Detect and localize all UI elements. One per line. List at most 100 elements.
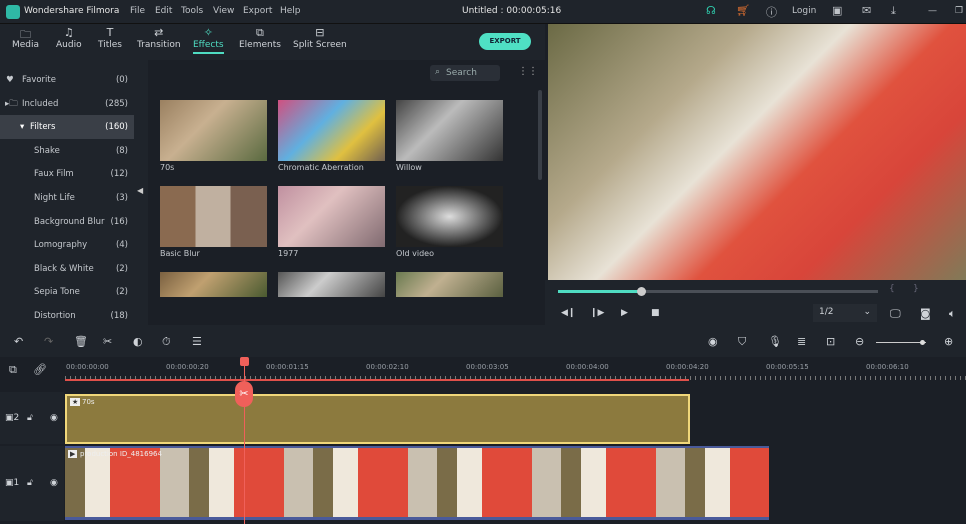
sidebar-item-sepia-tone[interactable]: Sepia Tone (2) xyxy=(0,280,134,304)
grid-view-icon[interactable]: ⋮⋮ xyxy=(518,66,538,77)
marker-icon[interactable]: ⛉ xyxy=(738,335,746,349)
next-frame-icon[interactable]: ❙▶ xyxy=(590,308,604,318)
menu-view[interactable]: View xyxy=(213,6,234,16)
filmora-logo xyxy=(6,5,20,19)
speed-icon[interactable]: ⏱︎ xyxy=(162,335,171,349)
delete-icon[interactable]: 🗑︎ xyxy=(74,335,88,348)
menu-help[interactable]: Help xyxy=(280,6,301,16)
eye-icon[interactable]: ◉ xyxy=(50,478,58,488)
sidebar-item-favorite[interactable]: ♥ Favorite (0) xyxy=(0,68,134,92)
login-link[interactable]: Login xyxy=(792,6,816,16)
sidebar-item-label: Faux Film xyxy=(34,169,74,180)
play-icon[interactable]: ▶ xyxy=(621,308,628,318)
track-header-2: ▣2 🔓︎ ◉ xyxy=(0,392,64,444)
fit-icon[interactable]: ⊡ xyxy=(826,335,835,348)
download-icon[interactable]: ⤓ xyxy=(891,4,896,18)
microphone-icon[interactable]: 🎙︎ xyxy=(768,335,782,348)
stop-icon[interactable]: ■ xyxy=(651,308,660,318)
playhead-handle[interactable] xyxy=(240,357,249,366)
sidebar-item-label: Included xyxy=(22,98,59,109)
mail-icon[interactable]: ✉ xyxy=(862,4,871,17)
search-input[interactable]: Search xyxy=(430,65,500,81)
tab-split-screen[interactable]: ⊟ Split Screen xyxy=(293,26,347,50)
mark-in-icon[interactable]: { xyxy=(889,284,895,294)
effect-thumbnail[interactable] xyxy=(396,272,503,297)
sidebar-item-count: (0) xyxy=(115,75,128,85)
volume-icon[interactable]: 🔈︎ xyxy=(949,307,956,321)
undo-icon[interactable]: ↶ xyxy=(14,335,23,348)
sidebar-item-black-white[interactable]: Black & White (2) xyxy=(0,257,134,281)
tab-transition[interactable]: ⇄ Transition xyxy=(137,26,181,50)
eye-icon[interactable]: ◉ xyxy=(50,413,58,423)
tab-elements[interactable]: ⧉ Elements xyxy=(239,26,281,50)
tab-audio[interactable]: ♫ Audio xyxy=(56,26,82,50)
tab-effects[interactable]: ✧ Effects xyxy=(193,26,224,54)
menu-file[interactable]: File xyxy=(130,6,145,16)
library-scrollbar[interactable] xyxy=(538,90,542,180)
playback-progress xyxy=(558,290,642,293)
scrubber-handle[interactable] xyxy=(637,287,647,296)
menu-tools[interactable]: Tools xyxy=(181,6,203,16)
redo-icon[interactable]: ↷ xyxy=(44,335,53,348)
support-icon[interactable]: ☊ xyxy=(706,4,716,17)
minimize-button[interactable]: — xyxy=(928,6,937,16)
split-scissors-icon[interactable]: ✂ xyxy=(235,381,253,407)
sidebar-item-night-life[interactable]: Night Life (3) xyxy=(0,186,134,210)
effect-thumbnail[interactable] xyxy=(396,186,503,247)
voiceover-icon[interactable]: ≣ xyxy=(797,335,806,348)
effect-label: 70s xyxy=(160,163,175,172)
mark-out-icon[interactable]: } xyxy=(913,284,919,294)
zoom-slider-handle[interactable] xyxy=(920,340,925,345)
adjust-icon[interactable]: ☰ xyxy=(192,335,202,348)
effect-thumbnail[interactable] xyxy=(278,100,385,161)
lock-icon[interactable]: 🔓︎ xyxy=(27,413,33,423)
ruler-tick-label: 00:00:06:10 xyxy=(866,363,909,371)
effect-thumbnail[interactable] xyxy=(160,100,267,161)
export-button[interactable]: EXPORT xyxy=(479,33,531,50)
timeline-ruler: ⧉ 🔗︎ 00:00:00:00 00:00:00:20 00:00:01:15 00… xyxy=(0,357,966,387)
info-icon[interactable]: ⓘ xyxy=(766,4,777,20)
sidebar-item-background-blur[interactable]: Background Blur (16) xyxy=(0,210,134,234)
project-title: Untitled : 00:00:05:16 xyxy=(462,6,562,16)
tab-titles[interactable]: T Titles xyxy=(98,26,122,50)
sidebar-item-lomography[interactable]: Lomography (4) xyxy=(0,233,134,257)
effect-thumbnail[interactable] xyxy=(160,272,267,297)
sidebar-item-faux-film[interactable]: Faux Film (12) xyxy=(0,162,134,186)
cut-icon[interactable]: ✂ xyxy=(103,335,112,348)
tab-label: Media xyxy=(12,40,40,50)
effects-sidebar: ♥ Favorite (0) ▸🗀 Included (285) ▾ Filters (160)… xyxy=(0,60,148,325)
snapshot-icon[interactable]: ◙ xyxy=(920,307,931,320)
quality-select[interactable]: 1/2 ⌄ xyxy=(813,304,877,322)
menu-edit[interactable]: Edit xyxy=(155,6,172,16)
effect-label: Chromatic Aberration xyxy=(278,163,364,172)
effect-thumbnail[interactable] xyxy=(278,186,385,247)
sidebar-item-included[interactable]: ▸🗀 Included (285) xyxy=(0,92,134,116)
save-icon[interactable]: ▣ xyxy=(832,4,842,17)
cart-icon[interactable]: 🛒︎ xyxy=(736,4,750,17)
tab-media[interactable]: 🗀 Media xyxy=(12,26,39,50)
ruler-tick-label: 00:00:04:00 xyxy=(566,363,609,371)
add-track-icon[interactable]: ⧉ xyxy=(9,363,17,377)
effect-thumbnail[interactable] xyxy=(160,186,267,247)
render-icon[interactable]: ◉ xyxy=(708,335,718,348)
effect-thumbnail[interactable] xyxy=(396,100,503,161)
restore-button[interactable]: ❐ xyxy=(955,6,963,16)
sidebar-item-filters[interactable]: ▾ Filters (160) xyxy=(0,115,134,140)
effect-clip-70s[interactable]: ★ 70s xyxy=(65,394,690,444)
color-icon[interactable]: ◐ xyxy=(133,335,143,348)
zoom-in-icon[interactable]: ⊕ xyxy=(944,335,953,348)
sidebar-item-label: Night Life xyxy=(34,193,75,203)
zoom-out-icon[interactable]: ⊖ xyxy=(855,335,864,348)
menu-export[interactable]: Export xyxy=(243,6,272,16)
zoom-slider[interactable] xyxy=(876,340,926,345)
sidebar-item-shake[interactable]: Shake (8) xyxy=(0,139,134,163)
display-icon[interactable]: 🖵 xyxy=(890,307,901,321)
lock-icon[interactable]: 🔓︎ xyxy=(27,478,33,488)
video-clip[interactable]: ▶ production ID_4816964 xyxy=(65,446,769,520)
sidebar-item-label: Favorite xyxy=(22,75,56,85)
collapse-sidebar-icon[interactable]: ◀ xyxy=(137,186,143,195)
effect-thumbnail[interactable] xyxy=(278,272,385,297)
prev-frame-icon[interactable]: ◀❙ xyxy=(561,308,575,318)
playback-scrubber[interactable] xyxy=(558,287,878,296)
link-icon[interactable]: 🔗︎ xyxy=(33,363,47,376)
